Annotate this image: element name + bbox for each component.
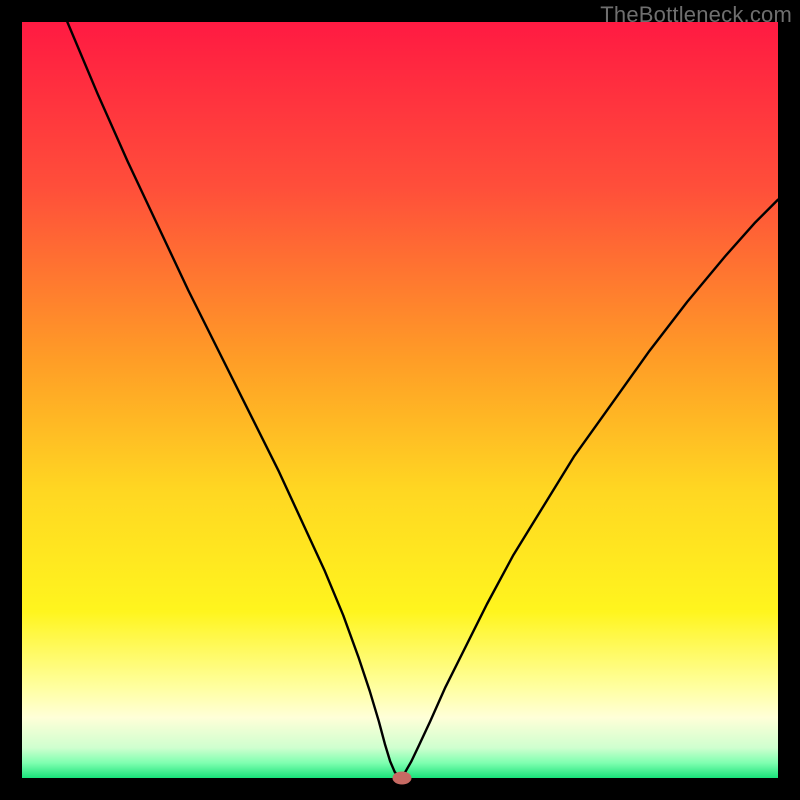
plot-area	[22, 22, 778, 778]
optimum-marker	[393, 772, 412, 785]
bottleneck-curve	[22, 22, 778, 778]
chart-frame: TheBottleneck.com	[0, 0, 800, 800]
watermark-text: TheBottleneck.com	[600, 2, 792, 28]
